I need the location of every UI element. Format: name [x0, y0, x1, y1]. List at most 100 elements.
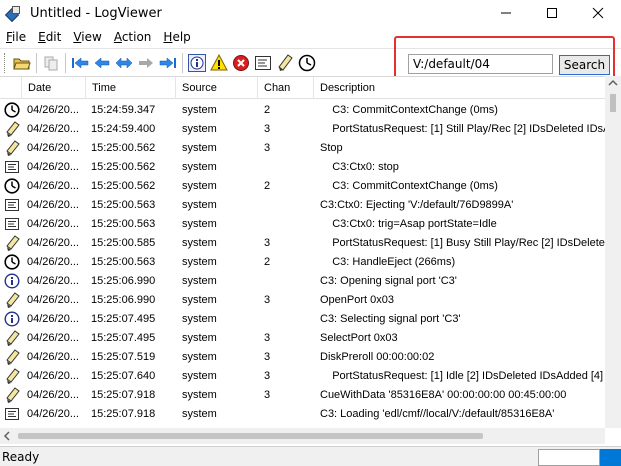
grid-header: Date Time Source Chan Description [0, 77, 621, 99]
column-header-date[interactable]: Date [22, 77, 86, 99]
copy-icon [44, 56, 58, 70]
cell-time: 15:25:07.918 [91, 408, 156, 420]
table-row[interactable]: 04/26/20... 15:25:07.640 system 3 PortStatu… [0, 367, 610, 386]
cell-date: 04/26/20... [27, 408, 79, 420]
table-row[interactable]: 04/26/20... 15:24:59.400 system 3 PortStatu… [0, 120, 610, 139]
menu-view[interactable]: View [67, 30, 107, 44]
cell-chan: 3 [264, 332, 271, 344]
vertical-scrollbar[interactable] [605, 76, 621, 428]
copy-button[interactable] [40, 52, 62, 74]
cell-description: OpenPort 0x03 [320, 294, 394, 306]
cell-description: C3: HandleEject (266ms) [320, 256, 456, 268]
table-row[interactable]: 04/26/20... 15:25:00.562 system 2 C3: Commi… [0, 177, 610, 196]
cell-description: C3: CommitContextChange (0ms) [320, 104, 498, 116]
skip-last-icon [159, 56, 176, 69]
table-row[interactable]: 04/26/20... 15:25:00.585 system 3 PortStatu… [0, 234, 610, 253]
both-button[interactable] [113, 52, 135, 74]
table-row[interactable]: 04/26/20... 15:25:07.918 system C3: Loading… [0, 405, 610, 424]
menu-action[interactable]: Action [108, 30, 158, 44]
open-folder-icon [13, 58, 31, 69]
filter-timing-button[interactable] [296, 52, 318, 74]
cell-source: system [182, 180, 217, 192]
cell-time: 15:25:07.640 [91, 370, 156, 382]
cell-time: 15:24:59.400 [91, 123, 156, 135]
cell-source: system [182, 370, 217, 382]
filter-command-button[interactable] [274, 52, 296, 74]
table-row[interactable]: 04/26/20... 15:25:07.495 system 3 SelectPort… [0, 329, 610, 348]
open-button[interactable] [11, 52, 33, 74]
menu-edit[interactable]: Edit [32, 30, 67, 44]
column-header-description[interactable]: Description [314, 77, 610, 99]
toolbar-grip[interactable] [4, 52, 7, 73]
last-button[interactable] [157, 52, 179, 74]
close-icon [592, 7, 604, 19]
table-row[interactable]: 04/26/20... 15:25:00.562 system C3:Ctx0: s… [0, 158, 610, 177]
close-button[interactable] [575, 0, 621, 26]
cell-date: 04/26/20... [27, 313, 79, 325]
filter-info-button[interactable] [186, 52, 208, 74]
cell-source: system [182, 104, 217, 116]
cell-source: system [182, 332, 217, 344]
horizontal-scrollbar[interactable] [0, 428, 605, 444]
search-input[interactable]: V:/default/04 [408, 54, 553, 74]
table-row[interactable]: 04/26/20... 15:25:00.563 system C3:Ctx0: t… [0, 215, 610, 234]
arrow-right-icon [139, 57, 153, 68]
icon-column-header[interactable] [0, 77, 22, 99]
cell-chan [264, 215, 314, 234]
table-row[interactable]: 04/26/20... 15:25:07.918 system 3 CueWithDat… [0, 386, 610, 405]
cell-description: PortStatusRequest: [1] Still Play/Rec [2… [320, 123, 605, 135]
table-row[interactable]: 04/26/20... 15:25:06.990 system 3 OpenPort 0… [0, 291, 610, 310]
cell-chan: 3 [264, 142, 271, 154]
wand-icon [4, 121, 20, 137]
cell-date: 04/26/20... [27, 389, 79, 401]
table-row[interactable]: 04/26/20... 15:25:00.563 system C3:Ctx0: Ej… [0, 196, 610, 215]
cell-source: system [182, 256, 217, 268]
cell-chan: 3 [264, 370, 271, 382]
table-row[interactable]: 04/26/20... 15:25:06.990 system C3: Opening… [0, 272, 610, 291]
cell-time: 15:25:06.990 [91, 294, 156, 306]
arrow-both-icon [115, 56, 133, 69]
app-icon [4, 5, 22, 23]
status-text: Ready [2, 450, 40, 464]
cell-time: 15:25:00.585 [91, 237, 156, 249]
cell-chan: 2 [264, 180, 271, 192]
cell-source: system [182, 218, 217, 230]
cell-chan [264, 405, 314, 424]
filter-error-button[interactable] [230, 52, 252, 74]
search-button[interactable]: Search [559, 55, 610, 75]
table-row[interactable]: 04/26/20... 15:25:07.519 system 3 DiskPrerol… [0, 348, 610, 367]
filter-text-button[interactable] [252, 52, 274, 74]
horizontal-scroll-thumb[interactable] [18, 433, 483, 439]
error-icon [233, 54, 249, 71]
cell-source: system [182, 199, 217, 211]
cell-date: 04/26/20... [27, 237, 79, 249]
menu-file[interactable]: File [0, 30, 32, 44]
title-bar: Untitled - LogViewer [0, 0, 621, 26]
maximize-button[interactable] [529, 0, 575, 26]
cell-chan [264, 158, 314, 177]
cell-description: C3: Loading 'edl/cmf//local/V:/default/8… [320, 408, 555, 420]
table-row[interactable]: 04/26/20... 15:25:07.495 system C3: Selecti… [0, 310, 610, 329]
cell-date: 04/26/20... [27, 199, 79, 211]
first-button[interactable] [69, 52, 91, 74]
cell-source: system [182, 294, 217, 306]
table-row[interactable]: 04/26/20... 15:24:59.347 system 2 C3: Commi… [0, 101, 610, 120]
cell-source: system [182, 408, 217, 420]
cell-time: 15:25:07.918 [91, 389, 156, 401]
next-button[interactable] [135, 52, 157, 74]
column-header-time[interactable]: Time [86, 77, 176, 99]
cell-source: system [182, 142, 217, 154]
menu-help[interactable]: Help [157, 30, 196, 44]
wand-icon [4, 330, 20, 346]
minimize-button[interactable] [483, 0, 529, 26]
prev-button[interactable] [91, 52, 113, 74]
table-row[interactable]: 04/26/20... 15:25:00.562 system 3 Stop [0, 139, 610, 158]
clock-icon [4, 254, 20, 270]
table-row[interactable]: 04/26/20... 15:25:00.563 system 2 C3: Handl… [0, 253, 610, 272]
column-header-source[interactable]: Source [176, 77, 258, 99]
filter-warning-button[interactable] [208, 52, 230, 74]
column-header-chan[interactable]: Chan [258, 77, 314, 99]
info-icon [4, 273, 20, 289]
cell-time: 15:25:07.495 [91, 313, 156, 325]
vertical-scroll-thumb[interactable] [610, 94, 616, 112]
